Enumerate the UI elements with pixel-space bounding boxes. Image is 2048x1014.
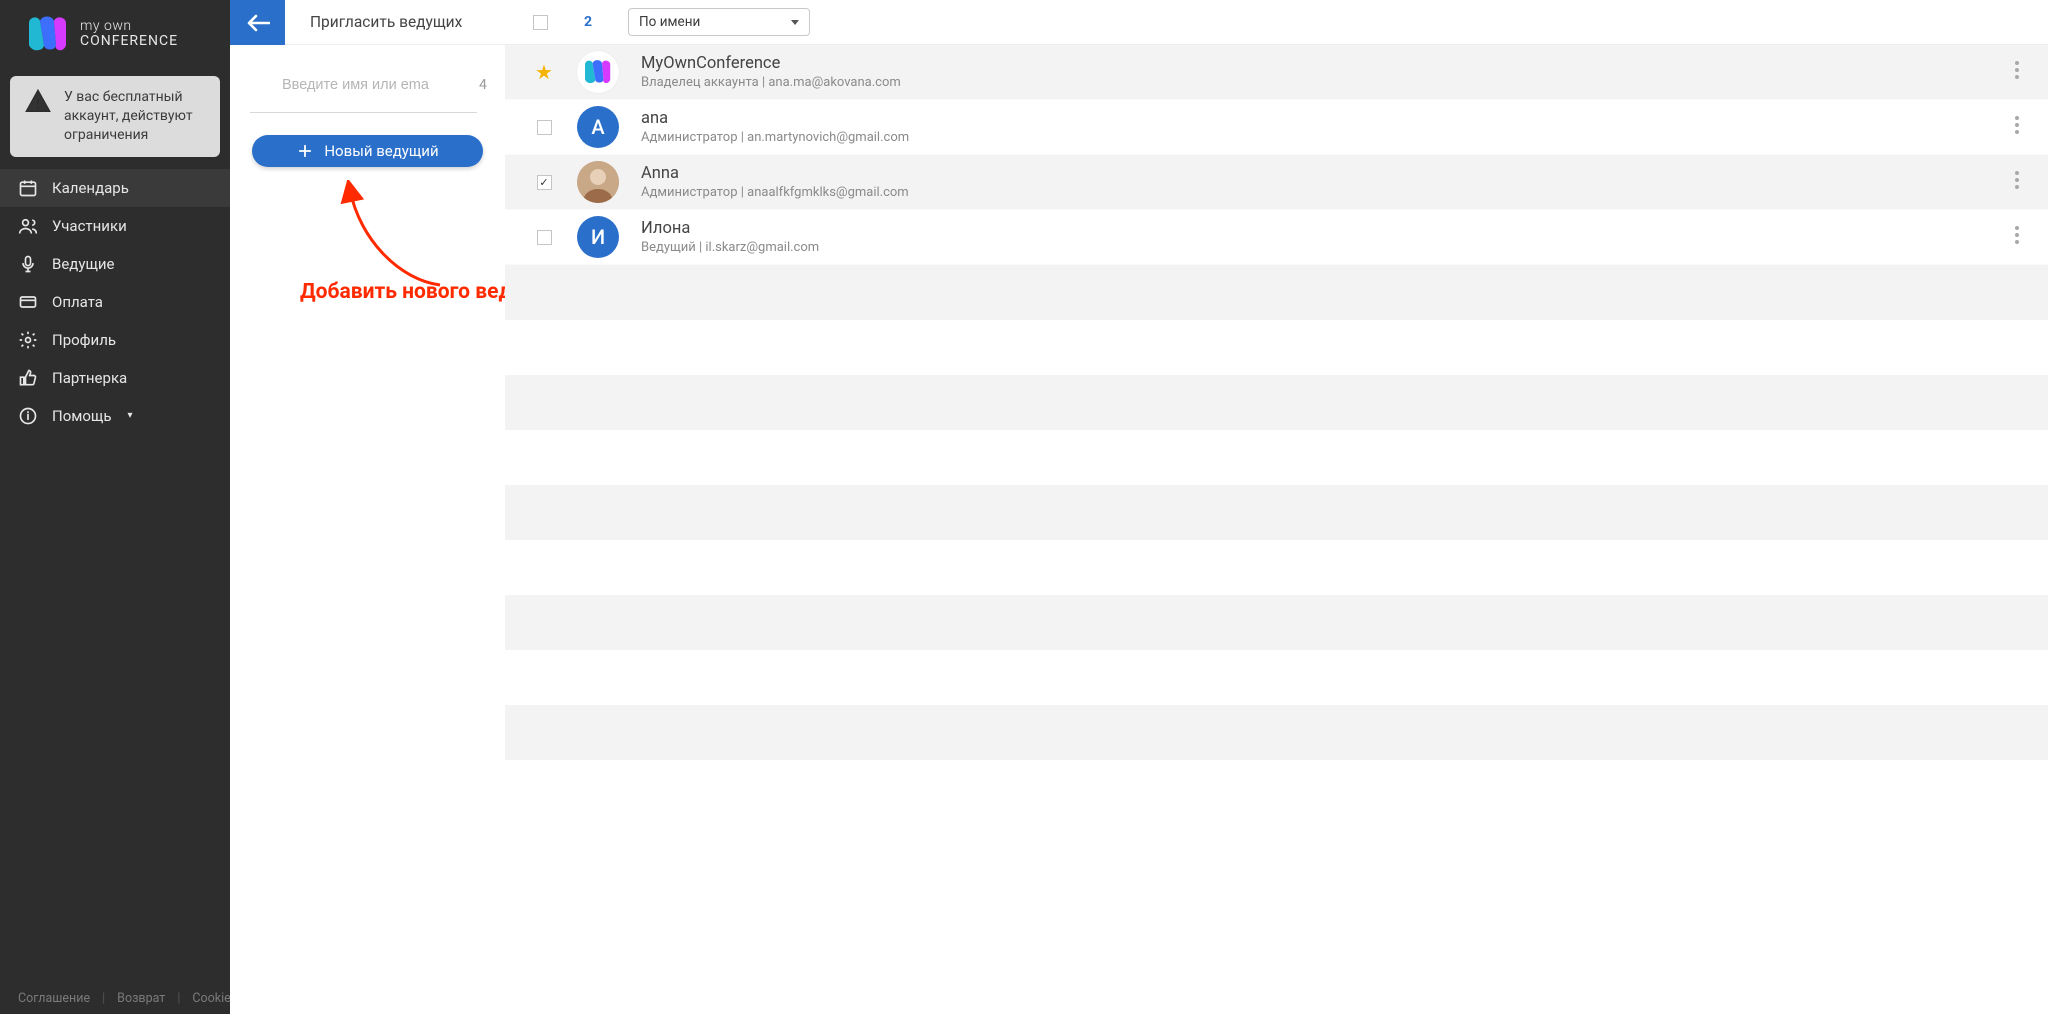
logo-text-2: CONFERENCE [80,34,178,49]
sidebar-item-payment[interactable]: Оплата [0,283,230,321]
logo-text-1: my own [80,19,178,34]
mic-icon [18,254,38,274]
info-icon [18,406,38,426]
footer-links: Соглашение | Возврат | Cookies [0,991,230,1006]
plus-icon [296,142,314,160]
search-row: 4 [250,57,477,113]
empty-row [505,595,2048,650]
avatar [577,51,619,93]
sort-dropdown[interactable]: По имени [628,8,810,36]
row-menu-button[interactable] [2008,219,2026,255]
host-meta: Владелец аккаунта | ana.ma@akovana.com [641,75,901,90]
sidebar-item-label: Ведущие [52,255,114,273]
host-name: Anna [641,164,909,183]
empty-row [505,485,2048,540]
sidebar-item-label: Оплата [52,293,103,311]
host-list: ★ MyOwnConference Владелец аккаунта | ana.… [505,45,2048,1014]
avatar: A [577,106,619,148]
sidebar-item-participants[interactable]: Участники [0,207,230,245]
sidebar-item-profile[interactable]: Профиль [0,321,230,359]
sidebar-item-label: Профиль [52,331,116,349]
star-icon: ★ [535,60,553,84]
empty-row [505,430,2048,485]
avatar [577,161,619,203]
kebab-icon [2014,60,2020,80]
host-name: ana [641,109,909,128]
row-checkbox[interactable] [537,120,552,135]
sidebar-item-label: Календарь [52,179,129,197]
sidebar-item-calendar[interactable]: Календарь [0,169,230,207]
sidebar-item-affiliate[interactable]: Партнерка [0,359,230,397]
sidebar: my own CONFERENCE У вас бесплатный аккау… [0,0,230,1014]
host-row[interactable]: ★ MyOwnConference Владелец аккаунта | ana.… [505,45,2048,100]
middle-panel: Пригласить ведущих 4 Новый ведущий [230,0,505,1014]
list-count: 2 [584,14,592,30]
sidebar-item-help[interactable]: Помощь ▾ [0,397,230,435]
thumbs-up-icon [18,368,38,388]
logo-mark-icon [26,15,70,53]
row-menu-button[interactable] [2008,54,2026,90]
empty-row [505,540,2048,595]
row-checkbox[interactable] [537,230,552,245]
avatar: И [577,216,619,258]
annotation-arrow-icon [300,180,480,300]
host-row[interactable]: Anna Администратор | anaalfkfgmklks@gmail… [505,155,2048,210]
kebab-icon [2014,225,2020,245]
search-count: 4 [479,77,487,93]
account-warning[interactable]: У вас бесплатный аккаунт, действуют огра… [10,76,220,157]
sidebar-item-label: Партнерка [52,369,127,387]
chevron-down-icon: ▾ [128,410,133,421]
host-meta: Администратор | anaalfkfgmklks@gmail.com [641,185,909,200]
sidebar-item-hosts[interactable]: Ведущие [0,245,230,283]
account-warning-text: У вас бесплатный аккаунт, действуют огра… [64,88,206,145]
search-input[interactable] [282,77,469,93]
host-meta: Администратор | an.martynovich@gmail.com [641,130,909,145]
select-all-checkbox[interactable] [533,15,548,30]
host-list-panel: 2 По имени ★ MyOwnConference Владелец акка… [505,0,2048,1014]
host-name: MyOwnConference [641,54,901,73]
arrow-left-icon [246,14,270,32]
gear-icon [18,330,38,350]
logo: my own CONFERENCE [0,0,230,68]
host-name: Илона [641,219,819,238]
kebab-icon [2014,170,2020,190]
list-header: 2 По имени [505,0,2048,45]
empty-row [505,650,2048,705]
nav: Календарь Участники Ведущие Оплата Профи… [0,169,230,435]
host-row[interactable]: Aana Администратор | an.martynovich@gmail… [505,100,2048,155]
empty-row [505,375,2048,430]
row-checkbox[interactable] [537,175,552,190]
footer-refund[interactable]: Возврат [117,991,165,1006]
empty-row [505,320,2048,375]
host-meta: Ведущий | il.skarz@gmail.com [641,240,819,255]
sidebar-item-label: Участники [52,217,127,235]
sort-selected-label: По имени [639,14,700,30]
warning-icon [24,88,52,116]
new-host-button[interactable]: Новый ведущий [252,135,483,167]
footer-agreement[interactable]: Соглашение [18,991,90,1006]
empty-row [505,705,2048,760]
sidebar-item-label: Помощь [52,407,112,425]
back-button[interactable] [230,0,285,45]
new-host-button-label: Новый ведущий [324,142,438,160]
row-menu-button[interactable] [2008,109,2026,145]
calendar-icon [18,178,38,198]
row-menu-button[interactable] [2008,164,2026,200]
kebab-icon [2014,115,2020,135]
users-icon [18,216,38,236]
host-row[interactable]: И Илона Ведущий | il.skarz@gmail.com [505,210,2048,265]
empty-row [505,265,2048,320]
card-icon [18,292,38,312]
